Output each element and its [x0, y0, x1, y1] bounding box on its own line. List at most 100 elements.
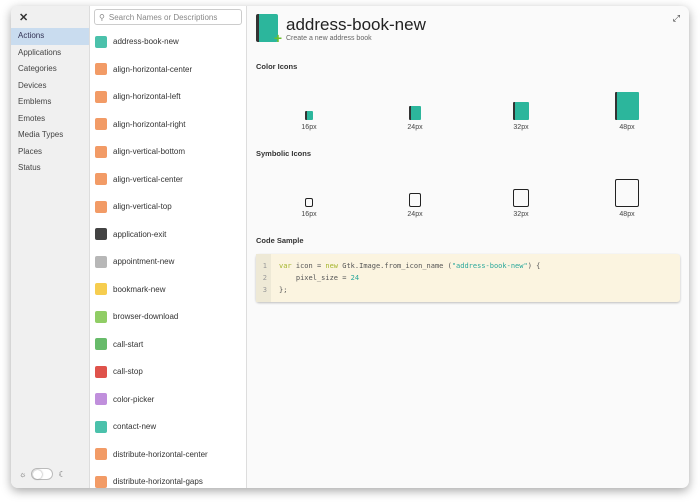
icon-preview-32px[interactable]: 32px	[468, 102, 574, 131]
close-icon[interactable]: ✕	[19, 11, 28, 24]
search-icon: ⚲	[99, 12, 105, 22]
address-book-symbolic-icon	[513, 189, 529, 207]
align-horizontal-left-icon	[95, 90, 107, 103]
code-keyword: new	[325, 262, 339, 270]
line-number: 3	[262, 286, 267, 294]
icon-preview-16px[interactable]: 16px	[256, 111, 362, 131]
list-item[interactable]: align-horizontal-center	[90, 56, 246, 84]
code-text: pixel_size =	[279, 274, 351, 282]
align-horizontal-right-icon	[95, 118, 107, 131]
list-item-label: align-vertical-center	[113, 174, 183, 184]
color-icons-heading: Color Icons	[256, 62, 298, 71]
sidebar-item-emblems[interactable]: Emblems	[11, 94, 89, 111]
icon-preview-48px[interactable]: 48px	[574, 92, 680, 131]
code-keyword: var	[279, 262, 292, 270]
icon-list: ⚲ Search Names or Descriptions address-b…	[90, 6, 247, 488]
list-item[interactable]: call-start	[90, 331, 246, 359]
size-label: 32px	[513, 124, 529, 131]
icon-title: address-book-new	[286, 14, 426, 34]
expand-icon[interactable]: ⤢	[673, 13, 680, 24]
code-text: Gtk.Image.from_icon_name (	[338, 262, 452, 270]
align-horizontal-center-icon	[95, 63, 107, 76]
icon-preview-24px[interactable]: 24px	[362, 193, 468, 218]
search-placeholder: Search Names or Descriptions	[108, 12, 218, 22]
icon-preview-16px[interactable]: 16px	[256, 198, 362, 218]
address-book-color-icon	[409, 106, 421, 120]
list-item-label: distribute-horizontal-center	[113, 449, 208, 459]
close-button[interactable]: ✕	[11, 6, 89, 28]
code-string: "address-book-new"	[451, 262, 528, 270]
list-item[interactable]: align-vertical-top	[90, 193, 246, 221]
call-stop-icon	[95, 365, 107, 378]
icon-preview-24px[interactable]: 24px	[362, 106, 468, 131]
search-input[interactable]: ⚲ Search Names or Descriptions	[94, 9, 242, 25]
symbolic-icons-heading: Symbolic Icons	[256, 149, 312, 158]
list-item[interactable]: contact-new	[90, 413, 246, 441]
sidebar-item-actions[interactable]: Actions	[11, 28, 89, 45]
align-vertical-bottom-icon	[95, 145, 107, 158]
list-item[interactable]: address-book-new	[90, 28, 246, 56]
size-label: 48px	[619, 211, 635, 218]
application-exit-icon	[95, 228, 107, 241]
align-vertical-top-icon	[95, 200, 107, 213]
size-label: 24px	[407, 211, 423, 218]
sidebar-item-applications[interactable]: Applications	[11, 45, 89, 62]
size-label: 16px	[301, 211, 317, 218]
list-item[interactable]: distribute-horizontal-center	[90, 441, 246, 469]
line-number: 1	[262, 262, 267, 270]
sidebar-item-categories[interactable]: Categories	[11, 61, 89, 78]
size-label: 32px	[513, 211, 529, 218]
distribute-horizontal-center-icon	[95, 448, 107, 461]
size-label: 24px	[407, 124, 423, 131]
list-item[interactable]: browser-download	[90, 303, 246, 331]
list-item-label: call-stop	[113, 367, 143, 377]
list-item[interactable]: color-picker	[90, 386, 246, 414]
list-item[interactable]: align-vertical-center	[90, 166, 246, 194]
size-label: 48px	[619, 124, 635, 131]
sidebar: ✕ Actions Applications Categories Devices Em…	[11, 6, 90, 488]
contact-new-icon	[95, 420, 107, 433]
list-item[interactable]: application-exit	[90, 221, 246, 249]
list-item-label: color-picker	[113, 394, 155, 404]
bookmark-new-icon	[95, 283, 107, 296]
color-picker-icon	[95, 393, 107, 406]
code-sample[interactable]: 1 2 3 var icon = new Gtk.Image.from_icon_n…	[256, 254, 680, 302]
icon-preview-32px[interactable]: 32px	[468, 189, 574, 218]
icon-detail: ⤢ + address-book-new Create a new addres…	[247, 6, 689, 488]
list-item-label: align-vertical-top	[113, 202, 172, 212]
list-item-label: appointment-new	[113, 257, 175, 267]
list-item[interactable]: appointment-new	[90, 248, 246, 276]
list-item-label: distribute-horizontal-gaps	[113, 477, 203, 487]
distribute-horizontal-gaps-icon	[95, 475, 107, 488]
list-item-label: application-exit	[113, 229, 167, 239]
list-item[interactable]: distribute-horizontal-gaps	[90, 468, 246, 488]
sidebar-item-devices[interactable]: Devices	[11, 78, 89, 95]
code-sample-heading: Code Sample	[256, 236, 304, 245]
sidebar-item-places[interactable]: Places	[11, 144, 89, 161]
address-book-new-icon	[95, 35, 107, 48]
address-book-icon: +	[256, 14, 282, 45]
browser-download-icon	[95, 310, 107, 323]
address-book-color-icon	[305, 111, 313, 120]
list-item-label: align-horizontal-left	[113, 92, 181, 102]
list-item[interactable]: call-stop	[90, 358, 246, 386]
sidebar-item-status[interactable]: Status	[11, 160, 89, 177]
list-item[interactable]: align-horizontal-right	[90, 111, 246, 139]
moon-icon: ☾	[58, 469, 66, 479]
list-item-label: align-horizontal-center	[113, 64, 193, 74]
list-item-label: address-book-new	[113, 37, 179, 47]
list-item[interactable]: align-vertical-bottom	[90, 138, 246, 166]
dark-mode-toggle[interactable]	[31, 468, 54, 480]
icon-preview-48px[interactable]: 48px	[574, 179, 680, 218]
list-item-label: align-horizontal-right	[113, 119, 186, 129]
code-text: icon =	[291, 262, 326, 270]
icon-description: Create a new address book	[286, 34, 372, 42]
address-book-symbolic-icon	[615, 179, 639, 207]
list-item[interactable]: align-horizontal-left	[90, 83, 246, 111]
address-book-color-icon	[513, 102, 529, 120]
list-item[interactable]: bookmark-new	[90, 276, 246, 304]
code-text: };	[279, 286, 288, 294]
sidebar-item-emotes[interactable]: Emotes	[11, 111, 89, 128]
list-item-label: align-vertical-bottom	[113, 147, 186, 157]
sidebar-item-media-types[interactable]: Media Types	[11, 127, 89, 144]
